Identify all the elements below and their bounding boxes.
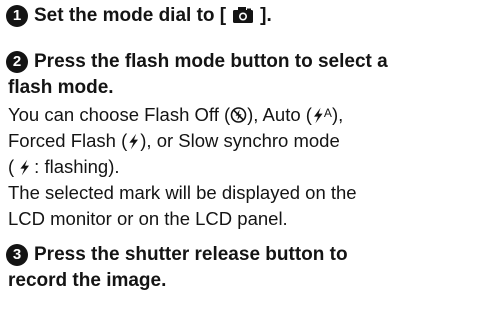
step-2-body-line-5: LCD monitor or on the LCD panel. [8,208,288,229]
step-3-number: 3 [6,244,28,266]
flash-off-icon [230,106,247,130]
flash-icon [127,132,140,156]
flash-auto-icon: A [312,107,332,124]
step-2-body-line-4: The selected mark will be displayed on t… [8,182,357,203]
body-text: : flashing). [34,156,120,177]
body-text: ), or Slow synchro mode [140,130,340,151]
step-1-number: 1 [6,5,28,27]
manual-page: 1 Set the mode dial to []. 2 Press the f… [0,0,486,323]
flash-auto-suffix: A [323,106,332,120]
step-2-title-line-2: flash mode. [8,77,114,98]
flash-icon [18,158,31,182]
body-text: Forced Flash ( [8,130,128,151]
camera-icon [232,6,254,31]
step-3-title-line-2: record the image. [8,270,167,291]
body-text: ), [331,104,344,125]
step-2-title-line-1: Press the flash mode button to select a [34,51,388,72]
step-2-body-line-3: ( : flashing). [8,155,120,179]
body-text: ( [8,156,15,177]
body-text: You can choose Flash Off ( [8,104,231,125]
step-1-title: Set the mode dial to []. [34,4,272,28]
step-2-number: 2 [6,51,28,73]
step-1-title-start: Set the mode dial to [ [34,5,227,26]
step-2-body-line-2: Forced Flash ( ), or Slow synchro mode [8,129,340,153]
step-1-title-end: ]. [260,5,272,26]
body-text: ), Auto ( [247,104,312,125]
step-2-body-line-1: You can choose Flash Off ( ), Auto ( A), [8,103,343,127]
step-3-title-line-1: Press the shutter release button to [34,244,348,265]
